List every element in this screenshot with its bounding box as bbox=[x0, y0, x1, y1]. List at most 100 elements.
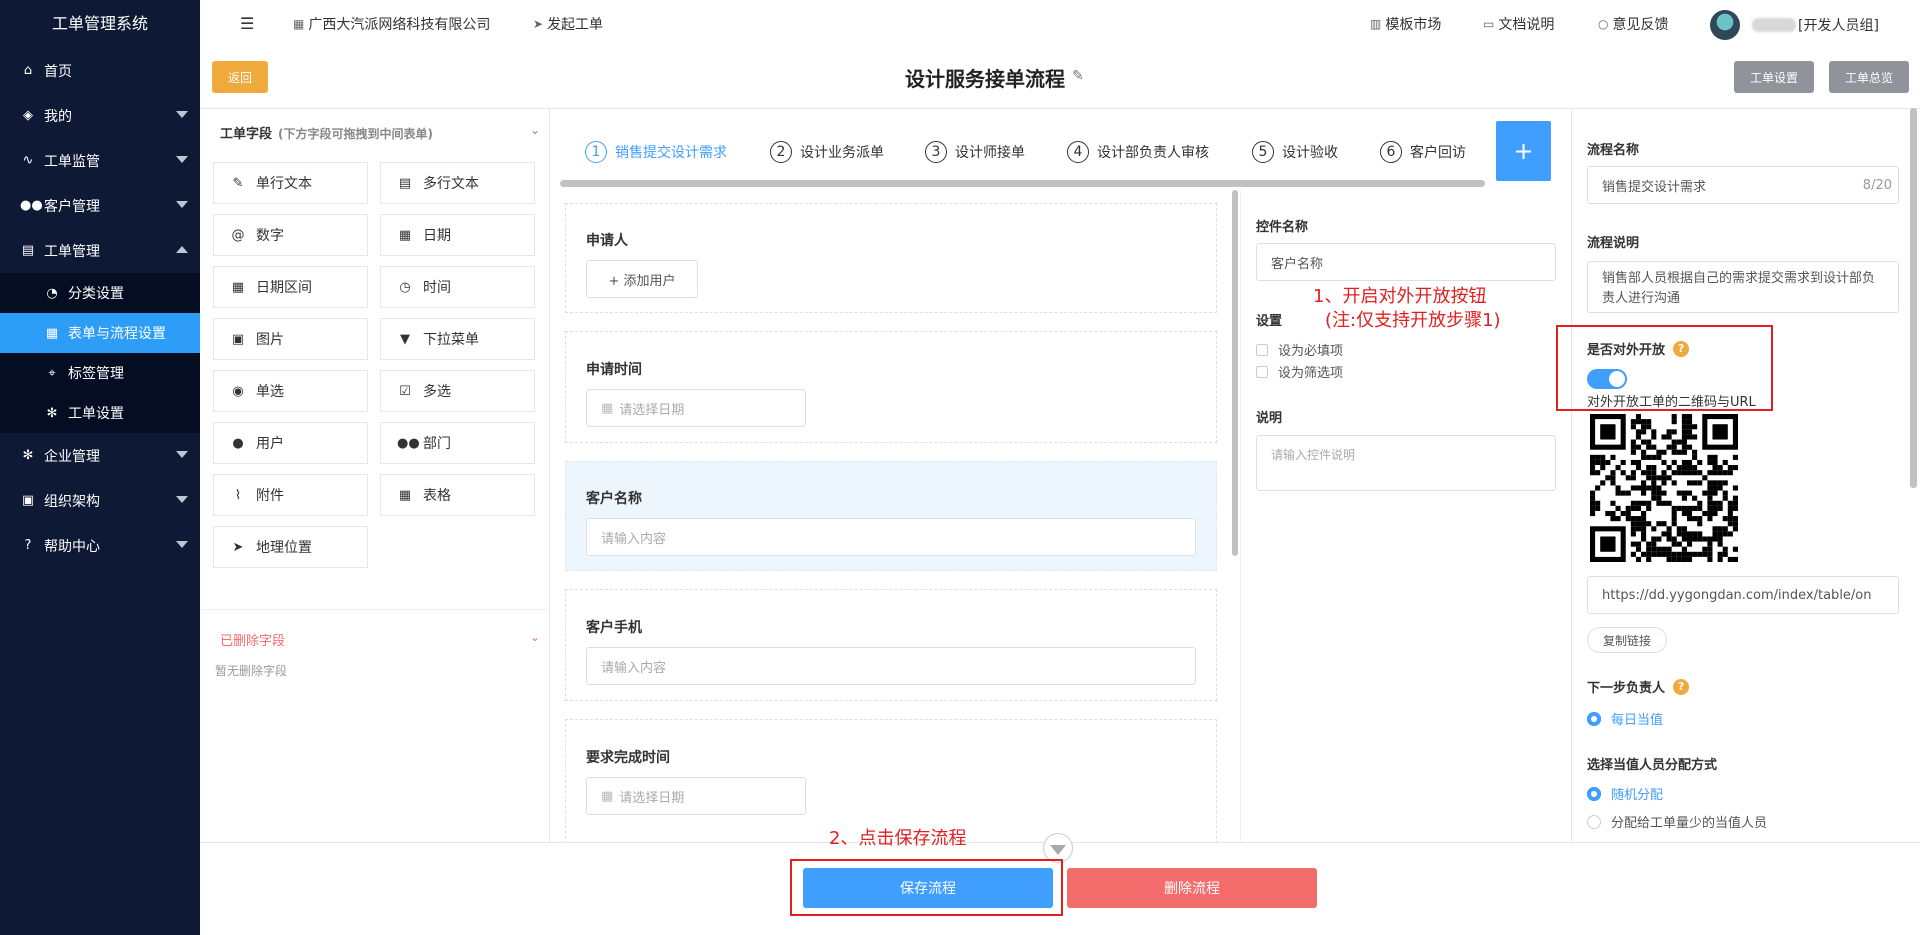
filter-checkbox[interactable]: 设为筛选项 bbox=[1256, 362, 1343, 381]
document-icon: ▤ bbox=[398, 175, 412, 191]
step-2[interactable]: 2 设计业务派单 bbox=[770, 141, 884, 163]
placeholder: 请选择日期 bbox=[619, 790, 685, 806]
public-url-input[interactable]: https://dd.yygongdan.com/index/table/on bbox=[1587, 576, 1899, 614]
add-user-button[interactable]: + 添加用户 bbox=[586, 260, 698, 298]
process-name-input[interactable]: 销售提交设计需求 8/20 bbox=[1587, 166, 1899, 204]
field-table[interactable]: ▦ 表格 bbox=[380, 474, 535, 516]
clipboard-icon: ▤ bbox=[21, 243, 35, 258]
field-user[interactable]: ● 用户 bbox=[213, 422, 368, 464]
radio-random-assign[interactable]: 随机分配 bbox=[1587, 784, 1663, 803]
field-location[interactable]: ➤ 地理位置 bbox=[213, 526, 368, 568]
radio-least-load-assign[interactable]: 分配给工单量少的当值人员 bbox=[1587, 812, 1767, 831]
template-market-link[interactable]: ▥ 模板市场 bbox=[1370, 14, 1441, 34]
step-5[interactable]: 5 设计验收 bbox=[1252, 141, 1338, 163]
step-number: 4 bbox=[1067, 141, 1089, 163]
control-description-textarea[interactable]: 请输入控件说明 bbox=[1256, 435, 1556, 491]
annotation-note-1: 1、开启对外开放按钮 (注:仅支持开放步骤1) bbox=[1313, 285, 1501, 333]
date-picker-input[interactable]: ▦ 请选择日期 bbox=[586, 389, 806, 427]
sidebar-subitem-category[interactable]: ◔ 分类设置 bbox=[0, 273, 200, 313]
sidebar-item-tickets[interactable]: ▤ 工单管理 bbox=[0, 228, 200, 273]
help-icon[interactable]: ? bbox=[1673, 678, 1690, 695]
sidebar-item-label: 表单与流程设置 bbox=[68, 326, 166, 342]
field-date-range[interactable]: ▦ 日期区间 bbox=[213, 266, 368, 308]
org-icon: ▣ bbox=[21, 493, 35, 508]
menu-toggle-icon[interactable]: ☰ bbox=[240, 14, 254, 33]
dropdown-icon: ▼ bbox=[400, 331, 410, 347]
users-icon: ●● bbox=[397, 435, 420, 451]
sidebar-subitem-form-flow[interactable]: ▦ 表单与流程设置 bbox=[0, 313, 200, 353]
sidebar-item-monitor[interactable]: ∿ 工单监管 bbox=[0, 138, 200, 183]
steps-scrollbar[interactable] bbox=[560, 180, 1485, 187]
date-picker-input[interactable]: ▦ 请选择日期 bbox=[586, 777, 806, 815]
required-checkbox[interactable]: 设为必填项 bbox=[1256, 340, 1343, 359]
sidebar-subitem-ticket-settings[interactable]: ✻ 工单设置 bbox=[0, 393, 200, 433]
form-canvas: 申请人 + 添加用户 申请时间 ▦ 请选择日期 客户名称 请输入内容 客户手机 请… bbox=[550, 190, 1240, 842]
field-single-text[interactable]: ✎ 单行文本 bbox=[213, 162, 368, 204]
input-value: 销售提交设计需求 bbox=[1602, 179, 1707, 195]
top-header: ☰ ▦ 广西大汽派网络科技有限公司 ➤ 发起工单 ▥ 模板市场 ▭ 文档说明 ○… bbox=[200, 0, 1920, 48]
docs-link[interactable]: ▭ 文档说明 bbox=[1483, 14, 1554, 34]
field-department[interactable]: ●● 部门 bbox=[380, 422, 535, 464]
step-1[interactable]: 1 销售提交设计需求 bbox=[585, 141, 727, 163]
field-time[interactable]: ◷ 时间 bbox=[380, 266, 535, 308]
ticket-overview-button[interactable]: 工单总览 bbox=[1829, 61, 1909, 93]
sidebar-item-label: 工单管理 bbox=[44, 243, 100, 260]
chevron-up-icon bbox=[176, 246, 188, 253]
form-field-customer-phone[interactable]: 客户手机 请输入内容 bbox=[565, 589, 1217, 701]
add-step-button[interactable]: + bbox=[1496, 121, 1551, 181]
delete-process-button[interactable]: 删除流程 bbox=[1067, 868, 1317, 908]
field-dropdown[interactable]: ▼ 下拉菜单 bbox=[380, 318, 535, 360]
form-field-apply-time[interactable]: 申请时间 ▦ 请选择日期 bbox=[565, 331, 1217, 443]
settings-scrollbar[interactable] bbox=[1910, 108, 1917, 488]
step-6[interactable]: 6 客户回访 bbox=[1380, 141, 1466, 163]
sidebar: 工单管理系统 ⌂ 首页 ◈ 我的 ∿ 工单监管 ●● 客户管理 ▤ 工单管理 ◔… bbox=[0, 0, 200, 935]
user-name-redacted bbox=[1752, 18, 1796, 32]
chevron-down-icon[interactable]: ⌄ bbox=[530, 123, 540, 137]
field-label: 多选 bbox=[423, 384, 451, 400]
form-field-customer-name[interactable]: 客户名称 请输入内容 bbox=[565, 461, 1217, 571]
sidebar-item-label: 标签管理 bbox=[68, 366, 124, 382]
radio-label: 分配给工单量少的当值人员 bbox=[1611, 816, 1768, 831]
sidebar-item-help[interactable]: ? 帮助中心 bbox=[0, 523, 200, 568]
next-assignee-label: 下一步负责人? bbox=[1587, 677, 1690, 696]
text-input[interactable]: 请输入内容 bbox=[586, 518, 1196, 556]
field-number[interactable]: @ 数字 bbox=[213, 214, 368, 256]
sidebar-subitem-tags[interactable]: ⌖ 标签管理 bbox=[0, 353, 200, 393]
qr-code-image bbox=[1590, 414, 1738, 562]
copy-link-button[interactable]: 复制链接 bbox=[1587, 627, 1667, 653]
field-multi-text[interactable]: ▤ 多行文本 bbox=[380, 162, 535, 204]
sidebar-item-enterprise[interactable]: ✻ 企业管理 bbox=[0, 433, 200, 478]
field-checkbox[interactable]: ☑ 多选 bbox=[380, 370, 535, 412]
radio-daily-duty[interactable]: 每日当值 bbox=[1587, 709, 1663, 728]
feedback-link[interactable]: ○ 意见反馈 bbox=[1598, 14, 1668, 34]
edit-pencil-icon[interactable]: ✎ bbox=[1072, 68, 1084, 84]
radio-dot bbox=[1587, 711, 1601, 726]
image-icon: ▣ bbox=[231, 331, 245, 347]
step-4[interactable]: 4 设计部负责人审核 bbox=[1067, 141, 1209, 163]
step-number: 3 bbox=[925, 141, 947, 163]
text-input[interactable]: 请输入内容 bbox=[586, 647, 1196, 685]
chevron-down-icon[interactable]: ⌄ bbox=[530, 630, 540, 644]
sidebar-item-org[interactable]: ▣ 组织架构 bbox=[0, 478, 200, 523]
canvas-scrollbar[interactable] bbox=[1232, 190, 1238, 556]
sidebar-item-customers[interactable]: ●● 客户管理 bbox=[0, 183, 200, 228]
step-3[interactable]: 3 设计师接单 bbox=[925, 141, 1025, 163]
field-label: 部门 bbox=[423, 436, 451, 452]
form-field-applicant[interactable]: 申请人 + 添加用户 bbox=[565, 203, 1217, 313]
sidebar-item-mine[interactable]: ◈ 我的 bbox=[0, 93, 200, 138]
back-button[interactable]: 返回 bbox=[212, 61, 268, 93]
form-field-deadline[interactable]: 要求完成时间 ▦ 请选择日期 bbox=[565, 719, 1217, 842]
field-image[interactable]: ▣ 图片 bbox=[213, 318, 368, 360]
ticket-settings-button[interactable]: 工单设置 bbox=[1734, 61, 1814, 93]
sidebar-item-label: 企业管理 bbox=[44, 448, 100, 465]
process-desc-textarea[interactable]: 销售部人员根据自己的需求提交需求到设计部负责人进行沟通 bbox=[1587, 261, 1899, 313]
sidebar-item-home[interactable]: ⌂ 首页 bbox=[0, 48, 200, 93]
start-ticket-link[interactable]: ➤ 发起工单 bbox=[533, 14, 603, 34]
field-radio[interactable]: ◉ 单选 bbox=[213, 370, 368, 412]
field-attachment[interactable]: ⌇ 附件 bbox=[213, 474, 368, 516]
user-menu[interactable]: [开发人员组] bbox=[1710, 10, 1879, 40]
control-name-input[interactable]: 客户名称 bbox=[1256, 243, 1556, 281]
company-switcher[interactable]: ▦ 广西大汽派网络科技有限公司 bbox=[293, 14, 490, 34]
calendar-icon: ▦ bbox=[601, 400, 614, 416]
field-date[interactable]: ▦ 日期 bbox=[380, 214, 535, 256]
